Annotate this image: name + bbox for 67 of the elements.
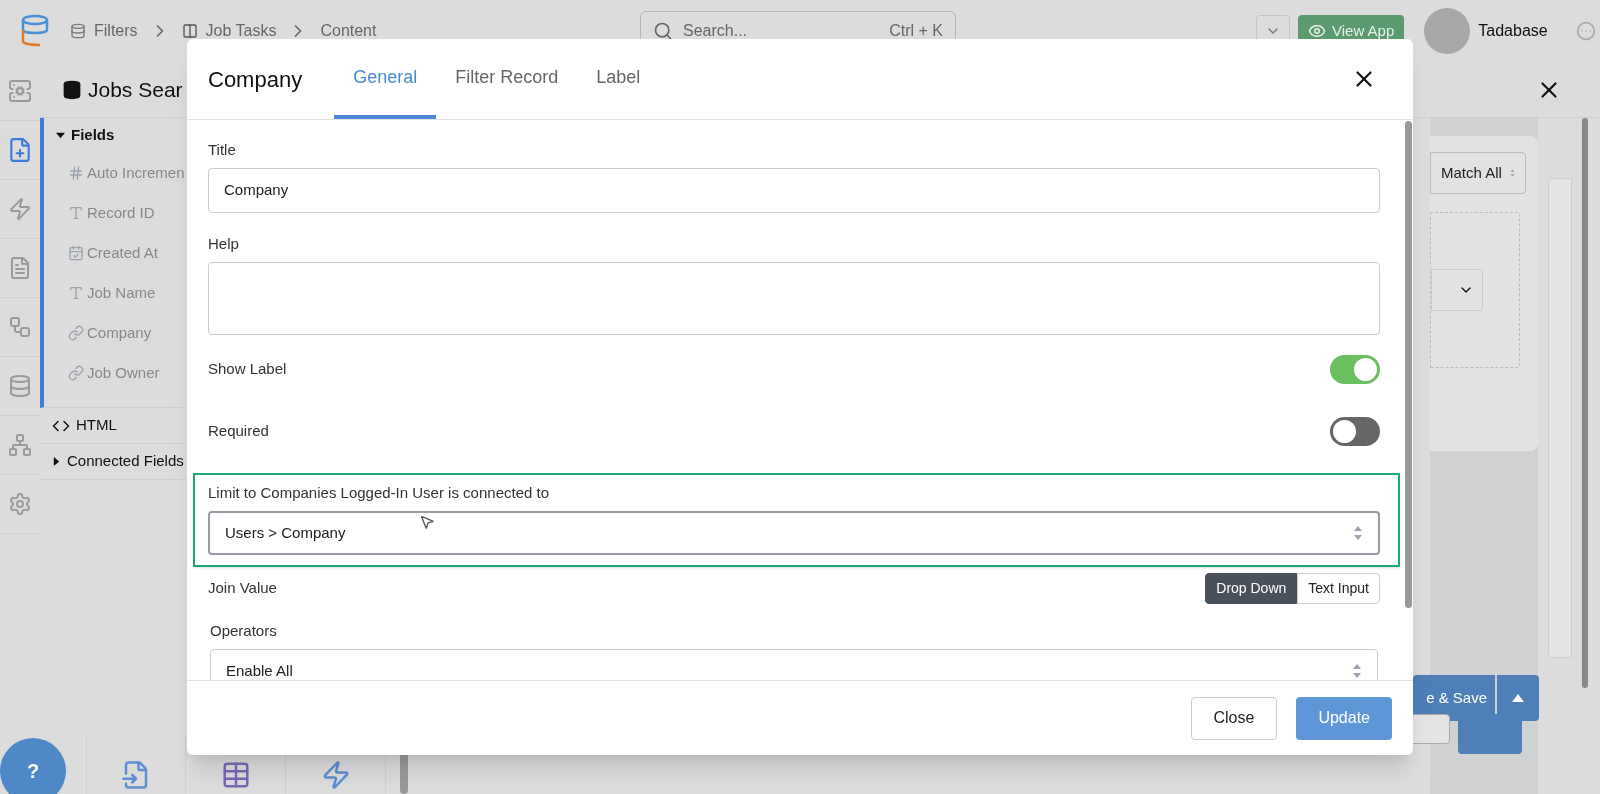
lightning-icon[interactable] [320, 760, 351, 790]
field-label: Required [208, 421, 269, 441]
field-label: Help [208, 234, 240, 254]
caret-up-icon [1512, 694, 1524, 702]
eye-icon [1308, 22, 1326, 40]
avatar [1424, 8, 1471, 54]
field-label: Limit to Companies Logged-In User is connected to [208, 483, 550, 503]
user-name: Tadabase [1478, 21, 1548, 41]
link-icon [68, 325, 84, 341]
hash-icon [68, 165, 84, 181]
textarea[interactable] [208, 262, 1380, 335]
field-item[interactable]: Company [87, 321, 152, 345]
field-label: Join Value [208, 578, 277, 598]
segment-option[interactable]: Drop Down [1205, 572, 1298, 604]
field-label: Show Label [208, 359, 287, 379]
calendar-icon [68, 245, 84, 261]
letter-icon [68, 285, 84, 301]
database-icon [62, 79, 82, 100]
lightning-icon[interactable] [8, 197, 32, 221]
close-button[interactable]: Close [1190, 696, 1278, 740]
match-select[interactable]: Match All [1430, 152, 1526, 194]
panel-title: Jobs Sear [88, 76, 183, 103]
help-button[interactable]: ? [0, 738, 66, 794]
caret-down-icon[interactable] [56, 131, 65, 140]
breadcrumb-link[interactable]: Filters [70, 19, 138, 43]
shortcut-hint: Ctrl + K [889, 21, 943, 41]
file-plus-icon[interactable] [7, 137, 33, 163]
sort-arrows-icon [1352, 663, 1362, 679]
caret-right-icon[interactable] [52, 457, 61, 466]
field-item[interactable]: Created At [87, 241, 158, 265]
database-icon [70, 23, 86, 39]
logo-icon [20, 14, 50, 48]
toggle-switch[interactable] [1330, 354, 1380, 384]
more-icon[interactable] [1575, 21, 1596, 41]
condition-select[interactable] [1431, 269, 1483, 311]
tab[interactable]: General [334, 39, 437, 119]
field-label: Title [208, 140, 237, 160]
cursor-icon [419, 514, 435, 530]
section-header[interactable]: Fields [71, 124, 115, 147]
field-item[interactable]: Auto Incremen [87, 161, 185, 185]
update-button[interactable]: Update [1296, 696, 1392, 740]
database-icon[interactable] [8, 374, 32, 398]
field-label: Operators [210, 621, 278, 641]
section-header[interactable]: Connected Fields [67, 450, 184, 473]
section-header[interactable]: HTML [76, 414, 117, 437]
server-icon[interactable] [8, 79, 32, 103]
sort-arrows-icon [1353, 525, 1363, 541]
select-dropdown[interactable]: Users > Company [208, 511, 1380, 555]
toggle-switch[interactable] [1330, 416, 1380, 446]
pipe-icon[interactable] [8, 315, 32, 339]
tab[interactable]: Filter Record [436, 39, 578, 119]
field-item[interactable]: Job Name [87, 281, 156, 305]
document-icon[interactable] [8, 256, 32, 280]
link-icon [68, 365, 84, 381]
caret-up-button[interactable] [1497, 675, 1539, 721]
search-icon [653, 21, 673, 41]
letter-icon [68, 205, 84, 221]
select-dropdown[interactable]: Enable All [210, 649, 1378, 680]
segment-option[interactable]: Text Input [1297, 572, 1380, 604]
settings-icon[interactable] [8, 492, 32, 516]
field-item[interactable]: Record ID [87, 201, 155, 225]
network-icon[interactable] [8, 433, 32, 457]
field-item[interactable]: Job Owner [87, 361, 160, 385]
text-input[interactable]: Company [208, 168, 1380, 213]
modal-title: Company [208, 65, 303, 94]
breadcrumb-link[interactable]: Job Tasks [181, 19, 277, 43]
table-icon [181, 23, 198, 39]
